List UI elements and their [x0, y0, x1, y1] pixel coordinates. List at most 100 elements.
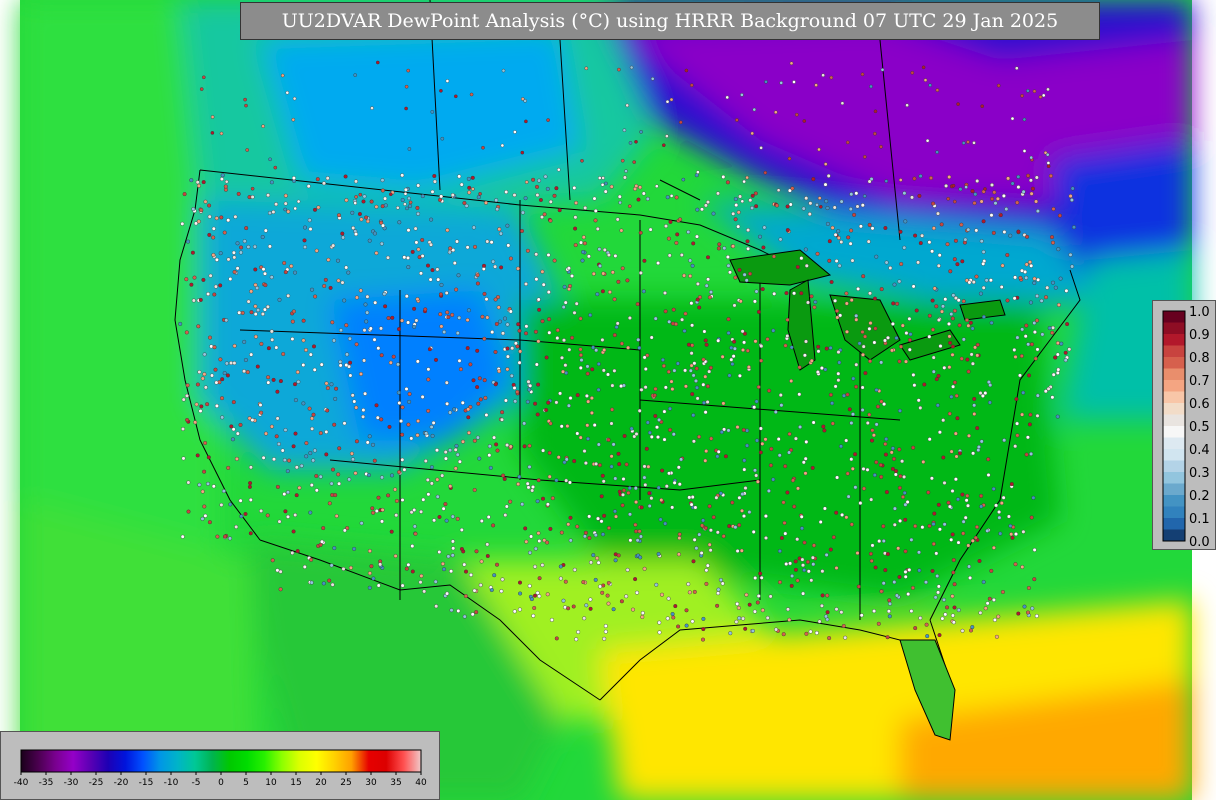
observation-station: [1000, 263, 1005, 268]
observation-station: [481, 145, 485, 150]
observation-station: [898, 408, 903, 413]
observation-station: [219, 502, 224, 507]
observation-station: [997, 515, 1002, 520]
observation-station: [259, 341, 264, 346]
observation-station: [1064, 288, 1069, 293]
observation-station: [782, 520, 787, 525]
observation-station: [628, 204, 632, 208]
observation-station: [242, 369, 247, 374]
observation-station: [1029, 515, 1034, 520]
observation-station: [353, 471, 358, 476]
observation-station: [302, 238, 307, 243]
observation-station: [1031, 495, 1036, 500]
observation-station: [244, 226, 249, 231]
observation-station: [966, 227, 971, 232]
observation-station: [873, 565, 878, 570]
observation-station: [1032, 321, 1037, 326]
observation-station: [290, 337, 295, 342]
observation-station: [291, 529, 296, 534]
observation-station: [383, 196, 388, 201]
observation-station: [590, 367, 595, 372]
observation-station: [495, 448, 500, 453]
observation-station: [912, 176, 917, 181]
observation-station: [954, 454, 959, 459]
observation-station: [633, 577, 638, 582]
observation-weight-colorbar: 1.00.90.80.70.60.50.40.30.20.10.0: [1162, 305, 1210, 550]
observation-station: [331, 467, 336, 472]
observation-station: [617, 462, 622, 467]
observation-station: [500, 410, 505, 415]
observation-station: [201, 180, 206, 185]
observation-station: [400, 197, 405, 202]
observation-station: [688, 274, 693, 279]
observation-station: [620, 266, 625, 271]
observation-station: [696, 170, 700, 174]
observation-station: [847, 407, 852, 412]
observation-station: [1016, 185, 1021, 190]
observation-station: [836, 229, 841, 234]
observation-station: [951, 570, 956, 575]
observation-station: [505, 322, 510, 327]
observation-station: [473, 244, 478, 249]
observation-station: [582, 616, 587, 621]
observation-station: [635, 538, 640, 543]
observation-station: [275, 389, 280, 394]
observation-station: [836, 235, 841, 240]
observation-station: [226, 218, 231, 223]
observation-station: [742, 458, 747, 463]
observation-station: [237, 310, 242, 315]
observation-station: [604, 181, 608, 186]
observation-station: [482, 336, 487, 341]
observation-station: [570, 274, 575, 279]
observation-station: [589, 560, 594, 565]
observation-station: [258, 403, 263, 408]
observation-station: [1050, 330, 1055, 335]
observation-station: [399, 419, 404, 424]
observation-station: [566, 266, 571, 271]
observation-station: [464, 569, 469, 574]
obs-weight-swatch: [1163, 449, 1185, 461]
observation-station: [403, 191, 408, 196]
observation-station: [354, 195, 358, 199]
observation-station: [416, 183, 421, 188]
observation-station: [594, 348, 599, 353]
observation-station: [948, 340, 953, 345]
observation-station: [344, 323, 349, 328]
observation-station: [949, 537, 954, 542]
observation-station: [695, 396, 700, 401]
observation-station: [673, 604, 678, 609]
observation-station: [659, 498, 664, 503]
obs-weight-tick-label: 0.3: [1189, 466, 1210, 481]
observation-station: [936, 211, 941, 216]
observation-station: [941, 418, 946, 423]
observation-station: [520, 150, 525, 155]
observation-station: [598, 263, 603, 268]
observation-station: [663, 521, 668, 526]
observation-station: [484, 413, 489, 418]
observation-station: [706, 200, 711, 205]
observation-station: [691, 559, 696, 564]
observation-station: [248, 497, 253, 502]
observation-station: [348, 373, 353, 378]
observation-station: [502, 477, 507, 482]
observation-station: [366, 473, 371, 478]
observation-station: [799, 291, 804, 296]
observation-station: [588, 606, 593, 611]
observation-station: [404, 106, 408, 111]
observation-station: [369, 564, 374, 569]
observation-station: [720, 354, 725, 359]
observation-station: [831, 535, 836, 540]
observation-station: [683, 311, 688, 316]
observation-station: [278, 379, 283, 384]
observation-station: [1015, 335, 1020, 340]
dewpoint-tick-label: -20: [114, 778, 129, 788]
observation-station: [591, 345, 596, 350]
observation-station: [745, 428, 750, 433]
observation-station: [867, 222, 872, 227]
observation-station: [540, 269, 545, 274]
observation-station: [517, 360, 522, 365]
observation-station: [212, 345, 217, 350]
observation-station: [354, 179, 359, 184]
observation-station: [920, 525, 925, 530]
observation-station: [236, 191, 241, 196]
